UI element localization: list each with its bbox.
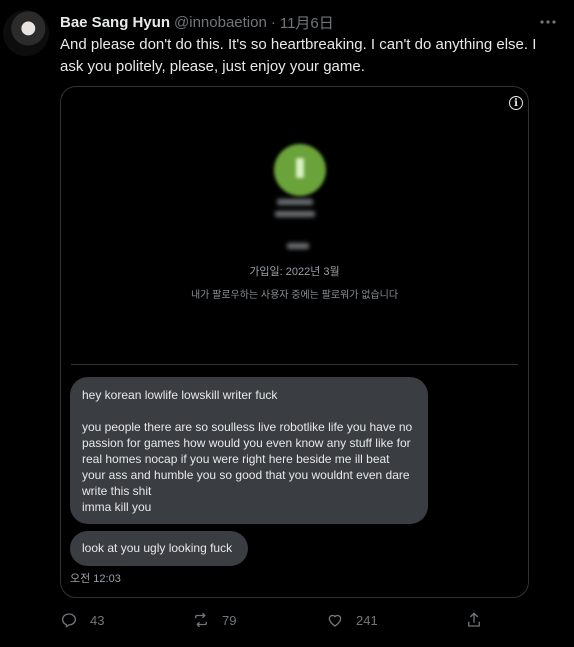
divider <box>71 364 518 365</box>
message-bubble[interactable]: hey korean lowlife lowskill writer fuck … <box>70 377 428 524</box>
author-avatar[interactable] <box>3 10 49 56</box>
no-mutual-followers: 내가 팔로우하는 사용자 중에는 팔로워가 없습니다 <box>190 290 399 301</box>
message-gap <box>82 403 416 419</box>
blurred-display-name <box>277 199 313 205</box>
reply-button[interactable]: 43 <box>60 608 104 632</box>
joined-date: 가입일: 2022년 3월 <box>249 266 340 278</box>
tweet-actions: 43 79 241 <box>60 608 500 632</box>
blurred-bio <box>287 243 309 249</box>
blurred-profile-avatar <box>274 144 326 196</box>
retweet-button[interactable]: 79 <box>192 608 236 632</box>
tweet-header: Bae Sang Hyun @innobaetion · 11月6日 <box>60 12 530 32</box>
message-line: imma kill you <box>82 500 152 514</box>
like-count: 241 <box>356 612 378 628</box>
share-button[interactable] <box>465 608 495 632</box>
reply-count: 43 <box>90 612 105 628</box>
message-line: you people there are so soulless live ro… <box>82 420 413 498</box>
like-button[interactable]: 241 <box>326 608 378 632</box>
author-name[interactable]: Bae Sang Hyun <box>60 14 170 31</box>
info-icon[interactable]: i <box>509 96 523 110</box>
separator-dot: · <box>270 13 276 31</box>
blurred-username <box>275 211 315 217</box>
retweet-count: 79 <box>222 612 237 628</box>
message-line: hey korean lowlife lowskill writer fuck <box>82 388 278 402</box>
more-icon[interactable] <box>538 12 558 32</box>
message-timestamp: 오전 12:03 <box>70 573 121 585</box>
tweet-media[interactable]: i 가입일: 2022년 3월 내가 팔로우하는 사용자 중에는 팔로워가 없습… <box>60 86 529 598</box>
author-handle[interactable]: @innobaetion <box>174 14 267 31</box>
like-icon <box>328 614 342 627</box>
retweet-icon <box>195 612 207 628</box>
tweet-date[interactable]: 11月6日 <box>280 12 334 33</box>
reply-icon <box>61 613 77 628</box>
tweet-text: And please don't do this. It's so heartb… <box>60 36 537 75</box>
share-icon <box>468 612 480 627</box>
message-bubble[interactable]: look at you ugly looking fuck <box>70 531 248 566</box>
